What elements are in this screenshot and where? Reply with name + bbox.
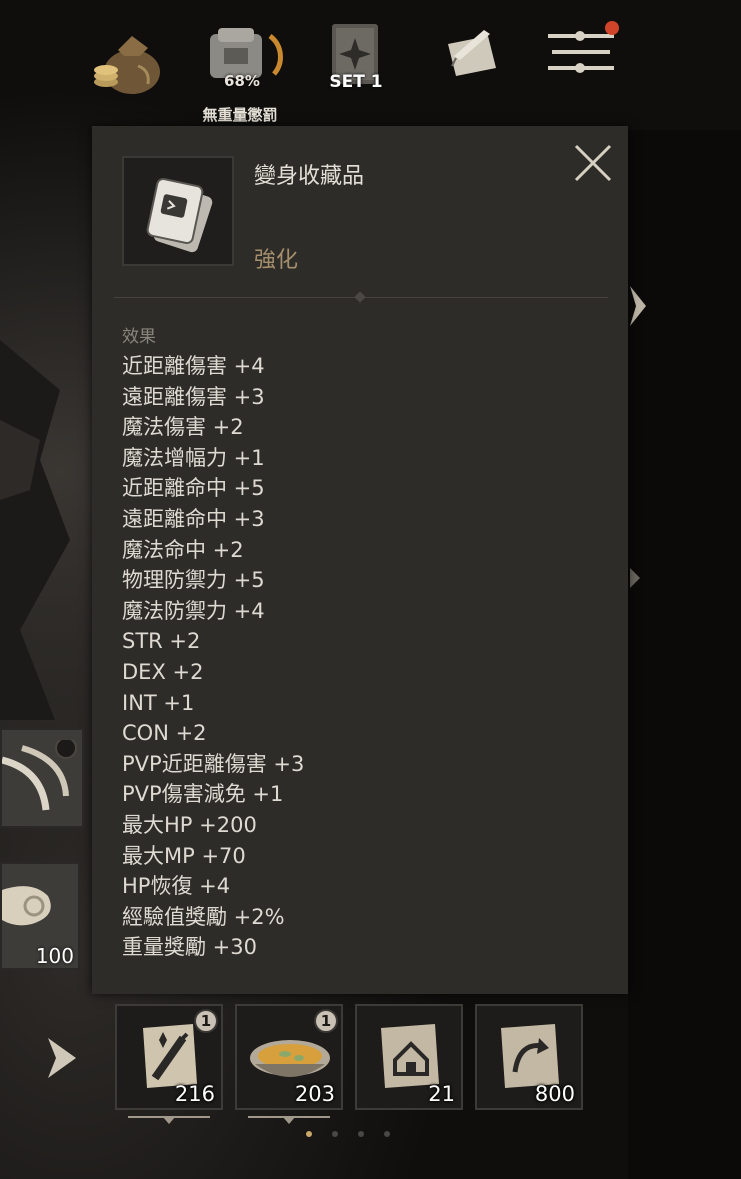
slot-selection-indicator	[128, 1116, 210, 1124]
item-name: 變身收藏品	[254, 164, 365, 189]
skill-slot[interactable]	[0, 728, 84, 828]
effect-item: 遠距離命中 +3	[122, 506, 265, 531]
effect-item: 最大HP +200	[122, 812, 257, 837]
quick-slot-4[interactable]: 800	[475, 1004, 583, 1110]
effect-item: INT +1	[122, 690, 195, 715]
slot-count: 21	[428, 1082, 455, 1106]
quick-slot-3[interactable]: 21	[355, 1004, 463, 1110]
effect-item: CON +2	[122, 721, 207, 746]
page-dot[interactable]	[384, 1131, 390, 1137]
slot-count: 216	[174, 1082, 215, 1106]
polymorph-cards-icon	[146, 177, 213, 253]
page-dot[interactable]	[332, 1131, 338, 1137]
close-icon[interactable]	[570, 140, 616, 186]
effects-section-label: 效果	[122, 327, 156, 347]
effect-item: STR +2	[122, 629, 201, 654]
slot-count: 800	[534, 1082, 575, 1106]
scroll-quill-icon[interactable]	[440, 22, 504, 86]
effect-item: HP恢復 +4	[122, 874, 231, 899]
slot-badge: 1	[194, 1009, 218, 1033]
quickbar-arrow-icon[interactable]	[44, 1034, 80, 1082]
item-icon-frame	[122, 156, 234, 266]
effect-item: 近距離命中 +5	[122, 476, 265, 501]
slot-selection-indicator	[248, 1116, 330, 1124]
equipment-set-label: SET 1	[329, 72, 383, 92]
effect-item: 最大MP +70	[122, 843, 246, 868]
scroll-count: 100	[35, 944, 74, 968]
effect-item: PVP近距離傷害 +3	[122, 751, 305, 776]
quick-slot-2[interactable]: 1 203	[235, 1004, 343, 1110]
coin-bag-icon[interactable]	[88, 26, 168, 98]
scroll-slot[interactable]: 100	[0, 862, 80, 970]
page-dot[interactable]	[358, 1131, 364, 1137]
side-marker-icon	[630, 568, 640, 588]
slot-count: 203	[294, 1082, 335, 1106]
effect-item: 重量獎勵 +30	[122, 935, 257, 960]
slot-badge: 1	[314, 1009, 338, 1033]
claw-skill-icon	[2, 740, 77, 811]
quick-slot-1[interactable]: 1 216	[115, 1004, 223, 1110]
menu-icon[interactable]	[544, 20, 624, 86]
effect-item: 物理防禦力 +5	[122, 568, 265, 593]
effects-list: 近距離傷害 +4 遠距離傷害 +3 魔法傷害 +2 魔法增幅力 +1 近距離命中…	[122, 351, 304, 963]
effect-item: 魔法傷害 +2	[122, 415, 244, 440]
weight-percent: 68%	[224, 72, 260, 90]
background-rock-decoration	[0, 340, 70, 720]
notification-dot	[605, 21, 619, 35]
scroll-icon	[2, 886, 51, 926]
effect-item: DEX +2	[122, 659, 204, 684]
weight-status-label: 無重量懲罰	[202, 106, 278, 124]
item-tooltip-panel: 變身收藏品 強化 效果 近距離傷害 +4 遠距離傷害 +3 魔法傷害 +2 魔法…	[92, 126, 628, 994]
panel-side-arrow-icon	[630, 286, 646, 326]
effect-item: PVP傷害減免 +1	[122, 782, 284, 807]
effect-item: 遠距離傷害 +3	[122, 384, 265, 409]
divider-ornament	[354, 291, 366, 303]
effect-item: 魔法防禦力 +4	[122, 598, 265, 623]
effect-item: 近距離傷害 +4	[122, 354, 265, 378]
page-dot-active[interactable]	[306, 1131, 312, 1137]
item-subtitle: 強化	[254, 248, 299, 273]
effect-item: 魔法增幅力 +1	[122, 445, 265, 470]
effect-item: 經驗值獎勵 +2%	[122, 904, 285, 929]
effect-item: 魔法命中 +2	[122, 537, 244, 562]
